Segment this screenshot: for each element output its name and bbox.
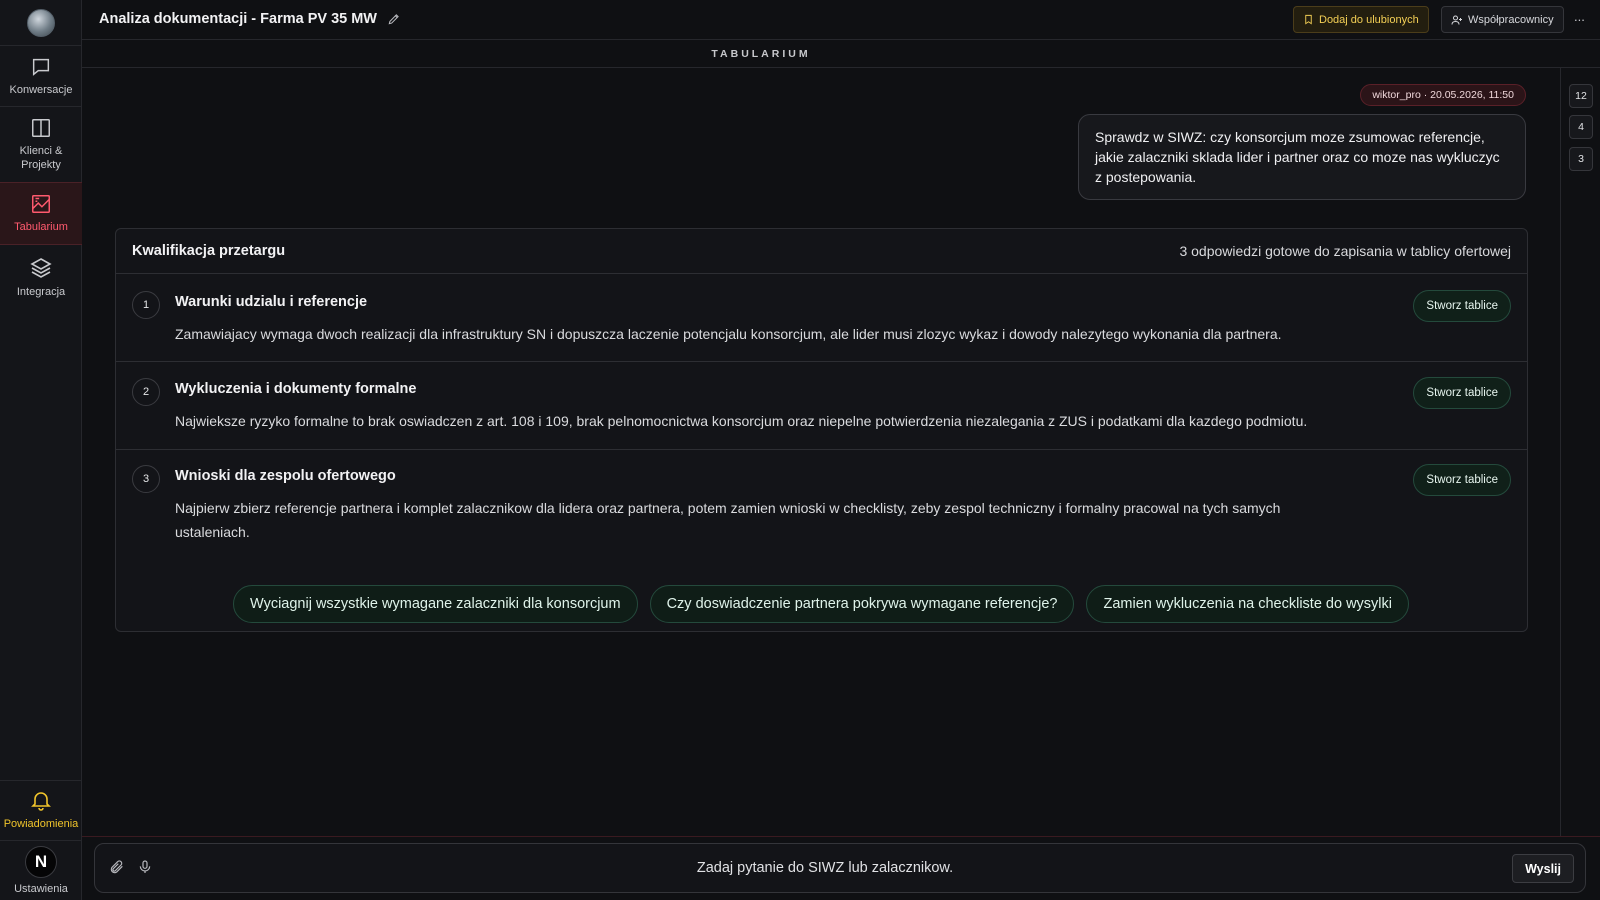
row-number: 3 <box>132 465 160 493</box>
section-header: TABULARIUM <box>82 40 1600 68</box>
settings-label: Ustawienia <box>14 882 68 895</box>
sidebar-item-konwersacje[interactable]: Konwersacje <box>0 47 82 105</box>
edit-icon[interactable] <box>387 12 401 26</box>
answer-row: 2 Wykluczenia i dokumenty formalne Najwi… <box>116 362 1527 450</box>
row-number: 2 <box>132 378 160 406</box>
create-table-button[interactable]: Stworz tablice <box>1413 377 1511 409</box>
right-rail: 12 4 3 <box>1560 68 1600 836</box>
settings-button[interactable]: N Ustawienia <box>0 840 82 900</box>
chat-icon <box>32 58 50 76</box>
topbar: Analiza dokumentacji - Farma PV 35 MW Do… <box>82 0 1600 40</box>
tabularium-icon <box>32 195 50 213</box>
user-message-meta: wiktor_pro · 20.05.2026, 11:50 <box>1360 84 1526 106</box>
composer-area: Wyslij <box>82 836 1600 900</box>
logo[interactable] <box>0 0 82 46</box>
add-to-favorites-button[interactable]: Dodaj do ulubionych <box>1293 6 1429 33</box>
create-table-button[interactable]: Stworz tablice <box>1413 464 1511 496</box>
row-text: Najpierw zbierz referencje partnera i ko… <box>175 500 1281 540</box>
page-title-text: Analiza dokumentacji - Farma PV 35 MW <box>99 11 377 27</box>
answer-row: 1 Warunki udzialu i referencje Zamawiaja… <box>116 274 1527 362</box>
row-text: Zamawiajacy wymaga dwoch realizacji dla … <box>175 326 1282 342</box>
add-user-icon <box>1451 15 1462 25</box>
microphone-icon[interactable] <box>137 859 153 875</box>
answer-card: Kwalifikacja przetargu 3 odpowiedzi goto… <box>115 228 1528 632</box>
row-title: Warunki udzialu i referencje <box>175 294 368 310</box>
answer-card-title: Kwalifikacja przetargu <box>132 243 286 259</box>
paperclip-icon[interactable] <box>109 859 125 875</box>
row-number: 1 <box>132 291 160 319</box>
user-message: Sprawdz w SIWZ: czy konsorcjum moze zsum… <box>1078 114 1526 200</box>
collaborators-button[interactable]: Współpracownicy <box>1441 6 1564 33</box>
sidebar-item-integracja[interactable]: Integracja <box>0 248 82 306</box>
suggestions: Wyciagnij wszystkie wymagane zalaczniki … <box>82 585 1560 623</box>
sidebar-item-klienci-projekty[interactable]: Klienci & Projekty <box>0 107 82 181</box>
rail-badge[interactable]: 4 <box>1569 115 1593 139</box>
columns-icon <box>32 118 50 137</box>
add-to-favorites-label: Dodaj do ulubionych <box>1319 13 1419 26</box>
sidebar-item-label: Klienci & Projekty <box>19 144 63 171</box>
sidebar-item-tabularium[interactable]: Tabularium <box>0 182 82 245</box>
answer-card-status: 3 odpowiedzi gotowe do zapisania w tabli… <box>1179 243 1511 259</box>
notifications-button[interactable]: Powiadomienia <box>0 781 82 837</box>
sidebar-item-label: Konwersacje <box>9 83 73 96</box>
layers-icon <box>30 257 52 278</box>
suggestion-chip[interactable]: Czy doswiadczenie partnera pokrywa wymag… <box>649 585 1075 623</box>
bookmark-icon <box>1305 14 1312 25</box>
suggestion-chip[interactable]: Zamien wykluczenia na checkliste do wysy… <box>1086 585 1409 623</box>
send-button[interactable]: Wyslij <box>1512 854 1574 883</box>
sidebar-item-label: Integracja <box>16 285 66 298</box>
row-text: Najwieksze ryzyko formalne to brak oswia… <box>175 413 1308 429</box>
avatar: N <box>25 845 57 878</box>
sidebar: Konwersacje Klienci & Projekty Tabulariu… <box>0 0 82 900</box>
sidebar-item-label: Tabularium <box>14 221 68 233</box>
answer-card-header: Kwalifikacja przetargu 3 odpowiedzi goto… <box>116 229 1527 274</box>
more-options-button[interactable]: ... <box>1574 9 1585 24</box>
rail-badge[interactable]: 3 <box>1569 147 1593 171</box>
row-title: Wykluczenia i dokumenty formalne <box>175 381 417 397</box>
logo-icon <box>27 8 55 37</box>
suggestion-chip[interactable]: Wyciagnij wszystkie wymagane zalaczniki … <box>233 585 638 623</box>
answer-row: 3 Wnioski dla zespolu ofertowego Najpier… <box>116 450 1527 560</box>
notifications-label: Powiadomienia <box>3 817 79 830</box>
rail-badge[interactable]: 12 <box>1569 84 1593 108</box>
section-title: TABULARIUM <box>711 47 811 60</box>
row-title: Wnioski dla zespolu ofertowego <box>175 468 396 484</box>
create-table-button[interactable]: Stworz tablice <box>1413 290 1511 322</box>
collaborators-label: Współpracownicy <box>1468 13 1554 26</box>
composer: Wyslij <box>94 843 1586 893</box>
page-title: Analiza dokumentacji - Farma PV 35 MW <box>99 11 401 27</box>
bell-icon <box>31 791 51 811</box>
conversation-area: wiktor_pro · 20.05.2026, 11:50 Sprawdz w… <box>82 68 1560 836</box>
question-input[interactable] <box>165 844 1485 892</box>
